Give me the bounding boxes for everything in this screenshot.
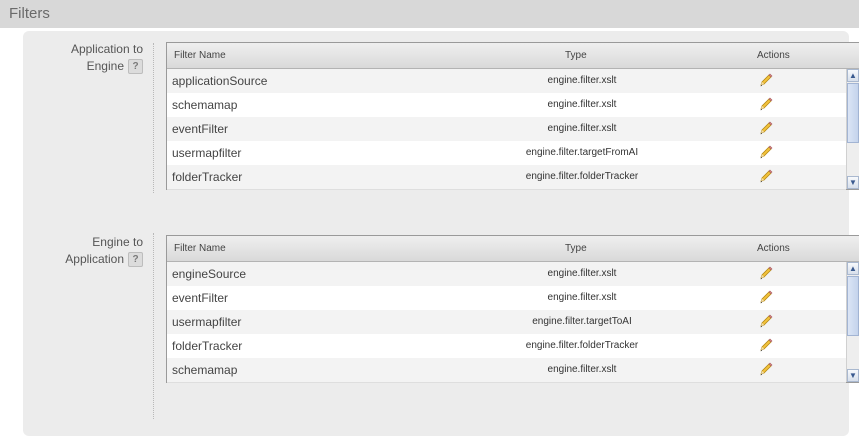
- section-label-line2: Application: [65, 252, 124, 266]
- pencil-edit-icon[interactable]: [759, 121, 773, 136]
- pencil-edit-icon[interactable]: [759, 97, 773, 112]
- filter-type-cell: engine.filter.folderTracker: [525, 340, 639, 351]
- pencil-edit-icon[interactable]: [759, 290, 773, 305]
- filter-name-cell: folderTracker: [172, 170, 243, 184]
- page-title: Filters: [9, 5, 50, 22]
- section-label-line2: Engine: [86, 59, 124, 73]
- pencil-edit-icon[interactable]: [759, 266, 773, 281]
- vertical-scrollbar[interactable]: ▲ ▼: [846, 69, 859, 189]
- filter-grid-app-to-engine: Filter Name Type Actions applicationSour…: [166, 42, 859, 190]
- column-header-filter-name[interactable]: Filter Name: [174, 243, 226, 254]
- pencil-edit-icon[interactable]: [759, 145, 773, 160]
- table-row[interactable]: folderTracker engine.filter.folderTracker: [167, 165, 846, 190]
- column-header-filter-name[interactable]: Filter Name: [174, 50, 226, 61]
- column-header-actions: Actions: [757, 50, 790, 61]
- filter-type-cell: engine.filter.xslt: [547, 99, 617, 110]
- help-icon[interactable]: ?: [128, 59, 143, 75]
- pencil-edit-icon[interactable]: [759, 338, 773, 353]
- table-row[interactable]: eventFilter engine.filter.xslt: [167, 286, 846, 311]
- filter-name-cell: schemamap: [172, 363, 238, 377]
- table-row[interactable]: engineSource engine.filter.xslt: [167, 262, 846, 287]
- pencil-edit-icon[interactable]: [759, 314, 773, 329]
- table-row[interactable]: usermapfilter engine.filter.targetToAI: [167, 310, 846, 335]
- vertical-scrollbar[interactable]: ▲ ▼: [846, 262, 859, 382]
- column-header-actions: Actions: [757, 243, 790, 254]
- filter-type-cell: engine.filter.targetFromAI: [525, 147, 639, 158]
- pencil-edit-icon[interactable]: [759, 73, 773, 88]
- filter-type-cell: engine.filter.xslt: [547, 364, 617, 375]
- table-row[interactable]: eventFilter engine.filter.xslt: [167, 117, 846, 142]
- chevron-down-icon[interactable]: ▼: [847, 369, 859, 382]
- filters-panel: Application to Engine? Filter Name Type …: [23, 31, 859, 436]
- grid-header: Filter Name Type Actions: [167, 236, 859, 262]
- column-header-type[interactable]: Type: [565, 243, 587, 254]
- column-header-type[interactable]: Type: [565, 50, 587, 61]
- help-icon[interactable]: ?: [128, 252, 143, 268]
- table-row[interactable]: applicationSource engine.filter.xslt: [167, 69, 846, 94]
- table-row[interactable]: folderTracker engine.filter.folderTracker: [167, 334, 846, 359]
- filter-type-cell: engine.filter.xslt: [547, 268, 617, 279]
- page-header: Filters: [0, 0, 859, 28]
- chevron-down-icon[interactable]: ▼: [847, 176, 859, 189]
- filter-name-cell: usermapfilter: [172, 315, 242, 329]
- filter-type-cell: engine.filter.xslt: [547, 292, 617, 303]
- filter-type-cell: engine.filter.xslt: [547, 123, 617, 134]
- pencil-edit-icon[interactable]: [759, 169, 773, 184]
- filter-name-cell: eventFilter: [172, 122, 229, 136]
- section-divider: [153, 233, 154, 419]
- filter-name-cell: schemamap: [172, 98, 238, 112]
- filter-type-cell: engine.filter.folderTracker: [525, 171, 639, 182]
- section-label-line1: Engine to: [92, 235, 143, 249]
- grid-header: Filter Name Type Actions: [167, 43, 859, 69]
- filter-name-cell: engineSource: [172, 267, 247, 281]
- table-row[interactable]: schemamap engine.filter.xslt: [167, 358, 846, 383]
- filter-name-cell: eventFilter: [172, 291, 229, 305]
- filter-type-cell: engine.filter.targetToAI: [532, 316, 632, 327]
- scrollbar-thumb[interactable]: [847, 276, 859, 336]
- section-label-engine-to-app: Engine to Application?: [23, 234, 143, 268]
- section-divider: [153, 43, 154, 193]
- filter-name-cell: folderTracker: [172, 339, 243, 353]
- filter-name-cell: usermapfilter: [172, 146, 242, 160]
- filter-name-cell: applicationSource: [172, 74, 268, 88]
- scrollbar-thumb[interactable]: [847, 83, 859, 143]
- table-row[interactable]: usermapfilter engine.filter.targetFromAI: [167, 141, 846, 166]
- chevron-up-icon[interactable]: ▲: [847, 262, 859, 275]
- filter-type-cell: engine.filter.xslt: [547, 75, 617, 86]
- section-label-line1: Application to: [70, 42, 143, 56]
- section-label-app-to-engine: Application to Engine?: [23, 41, 143, 75]
- filter-grid-engine-to-app: Filter Name Type Actions engineSource eng…: [166, 235, 859, 383]
- chevron-up-icon[interactable]: ▲: [847, 69, 859, 82]
- pencil-edit-icon[interactable]: [759, 362, 773, 377]
- table-row[interactable]: schemamap engine.filter.xslt: [167, 93, 846, 118]
